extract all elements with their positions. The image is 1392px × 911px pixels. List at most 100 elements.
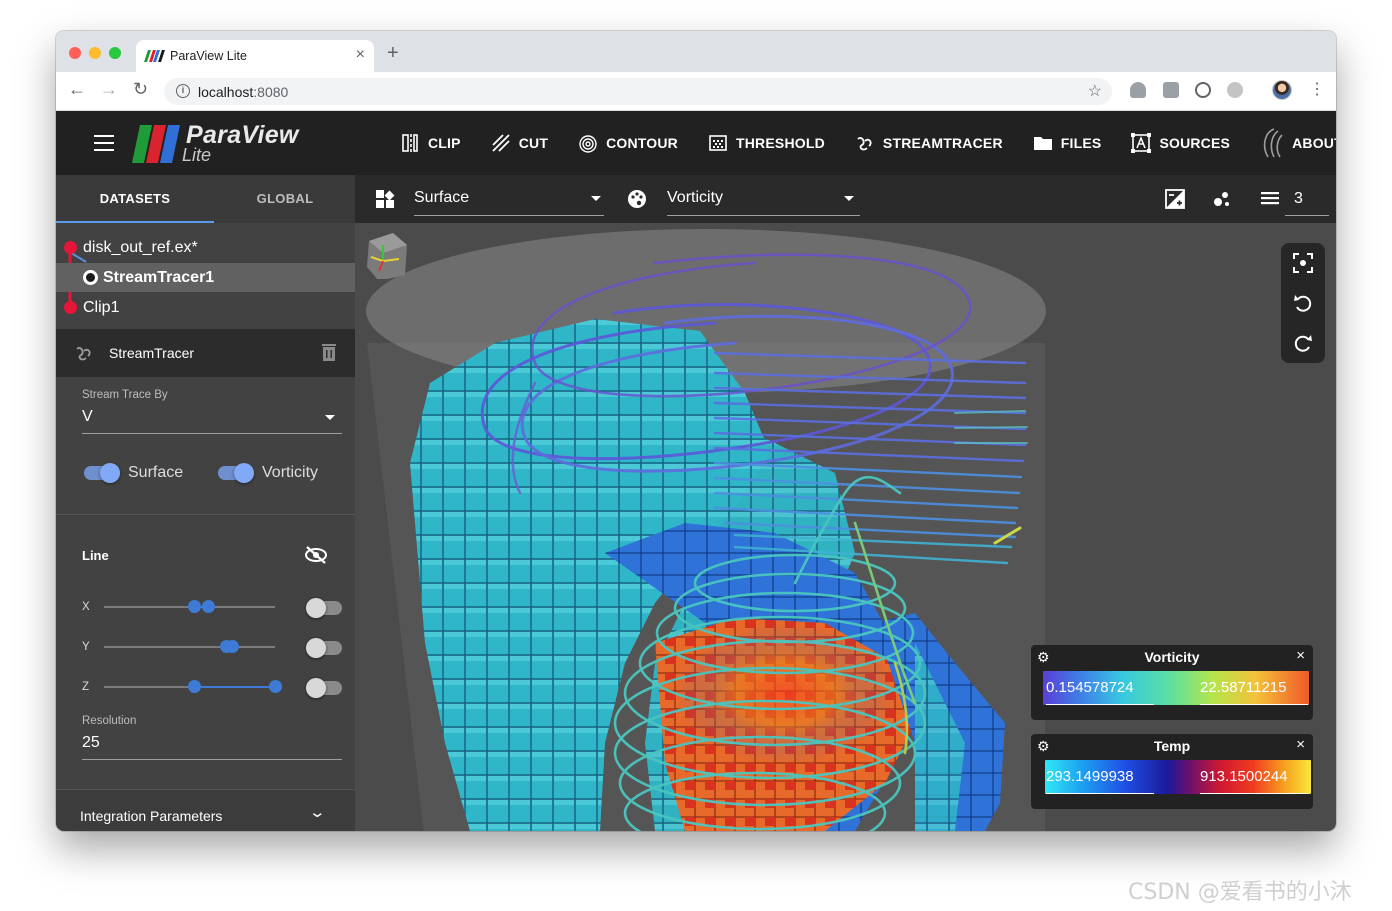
cut-icon [491, 133, 511, 153]
streamtracer-icon [855, 133, 875, 153]
view-toolbar: Surface Vorticity 3 [355, 175, 1336, 223]
pipeline-item-streamtracer1[interactable]: StreamTracer1 [56, 263, 355, 292]
line-section-title: Line [82, 548, 109, 563]
integration-parameters-label: Integration Parameters [80, 808, 223, 824]
watermark-text: CSDN @爱看书的小沐 [1128, 880, 1352, 905]
bookmark-star-icon[interactable]: ☆ [1088, 81, 1102, 101]
z-range-slider[interactable] [104, 680, 282, 693]
orientation-cube-icon [365, 231, 409, 281]
x-max-thumb[interactable] [202, 600, 215, 613]
tab-datasets[interactable]: DATASETS [56, 175, 214, 223]
rotate-right-icon[interactable] [1293, 333, 1313, 353]
vorticity-min-input[interactable]: 0.154578724 [1046, 679, 1156, 696]
hamburger-menu-icon[interactable] [94, 135, 114, 151]
minimize-window-button[interactable] [89, 47, 101, 59]
visibility-off-icon[interactable] [304, 545, 328, 570]
bubble-chart-icon[interactable] [1212, 189, 1232, 209]
forward-icon[interactable]: → [100, 79, 118, 100]
z-max-thumb[interactable] [269, 680, 282, 693]
delete-icon[interactable] [322, 343, 336, 361]
contour-icon [578, 133, 598, 153]
browser-window: ParaView Lite × + ← → ↻ i localhost:8080… [56, 31, 1336, 831]
new-tab-button[interactable]: + [387, 42, 399, 65]
pipeline-item-clip1[interactable]: Clip1 [56, 293, 355, 322]
tab-global[interactable]: GLOBAL [206, 175, 355, 223]
address-bar[interactable]: i localhost:8080 ☆ [164, 78, 1112, 105]
integration-parameters-expander[interactable]: Integration Parameters ⌄ [56, 789, 355, 831]
pipeline-item-disk-out-ref[interactable]: disk_out_ref.ex* [56, 233, 355, 262]
resolution-label: Resolution [82, 715, 137, 727]
tab-close-icon[interactable]: × [356, 46, 365, 64]
y-toggle[interactable] [306, 638, 342, 658]
view-controls [1281, 243, 1325, 363]
site-info-icon[interactable]: i [176, 84, 190, 98]
close-icon[interactable]: × [1296, 736, 1305, 753]
g-extension-icon[interactable] [1163, 82, 1179, 98]
pipeline-node-dot [64, 241, 77, 254]
drive-extension-icon[interactable] [1130, 82, 1146, 98]
stream-trace-by-select[interactable]: V [82, 408, 93, 426]
streamtracer-button[interactable]: STREAMTRACER [847, 123, 1011, 163]
surface-toggle[interactable] [84, 463, 120, 483]
rotate-left-icon[interactable] [1293, 293, 1313, 313]
temp-colormap-title: Temp [1153, 738, 1191, 754]
maximize-window-button[interactable] [109, 47, 121, 59]
logo-sub-text: Lite [182, 145, 212, 165]
clip-button[interactable]: CLIP [392, 123, 469, 163]
back-icon[interactable]: ← [68, 79, 86, 100]
panel-title: StreamTracer [109, 345, 195, 361]
chevron-down-icon[interactable]: ⌄ [308, 803, 326, 821]
about-icon [1260, 127, 1284, 159]
color-by-select[interactable]: Vorticity [667, 182, 860, 216]
stream-trace-by-label: Stream Trace By [82, 389, 168, 401]
representation-select[interactable]: Surface [414, 182, 604, 216]
palette-icon[interactable] [627, 189, 647, 209]
y-range-slider[interactable] [104, 640, 275, 653]
browser-tab[interactable]: ParaView Lite × [136, 40, 374, 72]
layers-list-icon[interactable] [1260, 189, 1280, 209]
y-max-thumb[interactable] [226, 640, 239, 653]
url-text[interactable]: localhost:8080 [198, 84, 288, 100]
info-extension-icon[interactable] [1195, 82, 1211, 98]
y-axis-label: Y [82, 641, 90, 653]
profile-avatar[interactable] [1272, 80, 1292, 100]
surface-toggle-label: Surface [128, 464, 184, 481]
vorticity-toggle[interactable] [218, 463, 254, 483]
x-range-slider[interactable] [104, 600, 275, 613]
chevron-down-icon [844, 196, 854, 201]
vorticity-max-input[interactable]: 22.58711215 [1200, 679, 1310, 696]
x-min-thumb[interactable] [188, 600, 201, 613]
sources-icon [1131, 133, 1152, 153]
tab-strip: ParaView Lite × + [56, 31, 1336, 72]
view-layout-icon[interactable] [375, 189, 395, 209]
streamtracer-icon [74, 343, 94, 368]
circle-extension-icon[interactable] [1227, 82, 1243, 98]
cut-button[interactable]: CUT [483, 123, 556, 163]
x-toggle[interactable] [306, 598, 342, 618]
view-count-value[interactable]: 3 [1294, 190, 1303, 208]
streamtracer-panel-header: StreamTracer [56, 329, 355, 377]
threshold-button[interactable]: THRESHOLD [700, 123, 833, 163]
reset-camera-icon[interactable] [1293, 253, 1313, 273]
temp-max-input[interactable]: 913.1500244 [1200, 768, 1310, 785]
threshold-icon [708, 133, 728, 153]
temp-min-input[interactable]: 293.1499938 [1046, 768, 1156, 785]
reload-icon[interactable]: ↻ [133, 79, 148, 100]
sources-button[interactable]: SOURCES [1123, 123, 1238, 163]
color-range-icon[interactable] [1165, 189, 1185, 209]
browser-menu-icon[interactable]: ⋮ [1309, 79, 1325, 99]
about-button[interactable]: ABOUT [1252, 123, 1336, 163]
x-axis-label: X [82, 601, 90, 613]
section-divider [56, 514, 355, 515]
contour-button[interactable]: CONTOUR [570, 123, 686, 163]
paraview-favicon-icon [144, 50, 164, 62]
files-button[interactable]: FILES [1025, 123, 1110, 163]
chevron-down-icon[interactable] [325, 415, 335, 420]
z-min-thumb[interactable] [188, 680, 201, 693]
pipeline-browser: disk_out_ref.ex* StreamTracer1 Clip1 [56, 233, 355, 323]
z-toggle[interactable] [306, 678, 342, 698]
close-icon[interactable]: × [1296, 647, 1305, 664]
paraview-lite-logo: ParaView Lite [131, 121, 306, 167]
close-window-button[interactable] [69, 47, 81, 59]
resolution-input[interactable]: 25 [82, 734, 100, 752]
